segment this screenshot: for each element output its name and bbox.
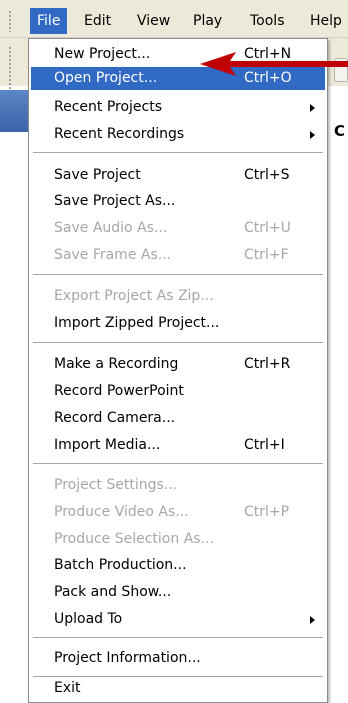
menu-item-label: Save Project [54, 167, 141, 183]
menu-separator [33, 152, 323, 153]
menu-separator [33, 463, 323, 464]
menu-separator [33, 274, 323, 275]
panel-header-fragment [0, 90, 28, 132]
submenu-arrow-icon [310, 131, 315, 139]
menu-item-record-powerpoint[interactable]: Record PowerPoint [31, 380, 325, 403]
menu-separator [33, 342, 323, 343]
menu-item-label: Batch Production... [54, 557, 187, 573]
menu-item-label: Export Project As Zip... [54, 288, 214, 304]
menu-item-shortcut: Ctrl+U [244, 220, 291, 236]
menu-item-label: Produce Video As... [54, 504, 189, 520]
menu-item-label: Exit [54, 680, 81, 696]
submenu-arrow-icon [310, 104, 315, 112]
menu-item-label: New Project... [54, 46, 151, 62]
menu-item-label: Record Camera... [54, 410, 176, 426]
menu-view[interactable]: View [137, 8, 170, 34]
menu-item-label: Project Information... [54, 650, 201, 666]
menu-item-label: Save Frame As... [54, 247, 172, 263]
menu-item-exit[interactable]: Exit [31, 677, 325, 700]
menu-item-export-project-zip: Export Project As Zip... [31, 285, 325, 308]
menu-item-shortcut: Ctrl+P [244, 504, 290, 520]
menu-item-label: Record PowerPoint [54, 383, 184, 399]
menu-tools[interactable]: Tools [250, 8, 285, 34]
menu-edit[interactable]: Edit [84, 8, 111, 34]
background-heading-fragment: C [334, 122, 346, 140]
menu-item-record-camera[interactable]: Record Camera... [31, 407, 325, 430]
menu-item-label: Upload To [54, 611, 123, 627]
menu-item-upload-to[interactable]: Upload To [31, 608, 325, 631]
menu-play[interactable]: Play [193, 8, 222, 34]
menu-item-label: Import Media... [54, 437, 161, 453]
red-pointer-arrow-icon [200, 52, 348, 76]
menu-item-label: Recent Recordings [54, 126, 185, 142]
menu-item-recent-recordings[interactable]: Recent Recordings [31, 123, 325, 146]
menu-item-label: Save Audio As... [54, 220, 168, 236]
menu-item-save-project-as[interactable]: Save Project As... [31, 190, 325, 213]
menu-item-project-settings: Project Settings... [31, 474, 325, 497]
menu-item-shortcut: Ctrl+I [244, 437, 285, 453]
menu-item-label: Save Project As... [54, 193, 176, 209]
menu-item-shortcut: Ctrl+R [244, 356, 291, 372]
menu-item-import-media[interactable]: Import Media... Ctrl+I [31, 434, 325, 457]
submenu-arrow-icon [310, 616, 315, 624]
menu-file[interactable]: File [30, 8, 68, 34]
menu-item-batch-production[interactable]: Batch Production... [31, 554, 325, 577]
menu-item-project-information[interactable]: Project Information... [31, 647, 325, 670]
menu-item-label: Recent Projects [54, 99, 163, 115]
menu-item-label: Make a Recording [54, 356, 179, 372]
menu-item-shortcut: Ctrl+S [244, 167, 290, 183]
menu-item-label: Produce Selection As... [54, 531, 214, 547]
menu-help[interactable]: Help [310, 8, 342, 34]
toolbar-grip-icon[interactable] [8, 46, 12, 94]
menubar: File Edit View Play Tools Help [0, 0, 348, 38]
menu-item-label: Pack and Show... [54, 584, 172, 600]
menu-item-shortcut: Ctrl+F [244, 247, 289, 263]
menu-item-pack-and-show[interactable]: Pack and Show... [31, 581, 325, 604]
menu-item-label: Project Settings... [54, 477, 178, 493]
menubar-grip-icon[interactable] [8, 10, 12, 32]
menu-item-save-frame-as: Save Frame As... Ctrl+F [31, 244, 325, 267]
menu-item-label: Open Project... [54, 70, 158, 86]
file-menu-dropdown: New Project... Ctrl+N Open Project... Ct… [28, 38, 328, 703]
menu-item-save-audio-as: Save Audio As... Ctrl+U [31, 217, 325, 240]
menu-item-make-recording[interactable]: Make a Recording Ctrl+R [31, 353, 325, 376]
menu-item-import-zipped-project[interactable]: Import Zipped Project... [31, 312, 325, 335]
menu-item-label: Import Zipped Project... [54, 315, 220, 331]
menu-item-recent-projects[interactable]: Recent Projects [31, 96, 325, 119]
menu-separator [33, 637, 323, 638]
menu-item-produce-selection-as: Produce Selection As... [31, 528, 325, 551]
menu-item-produce-video-as: Produce Video As... Ctrl+P [31, 501, 325, 524]
menu-item-save-project[interactable]: Save Project Ctrl+S [31, 164, 325, 187]
